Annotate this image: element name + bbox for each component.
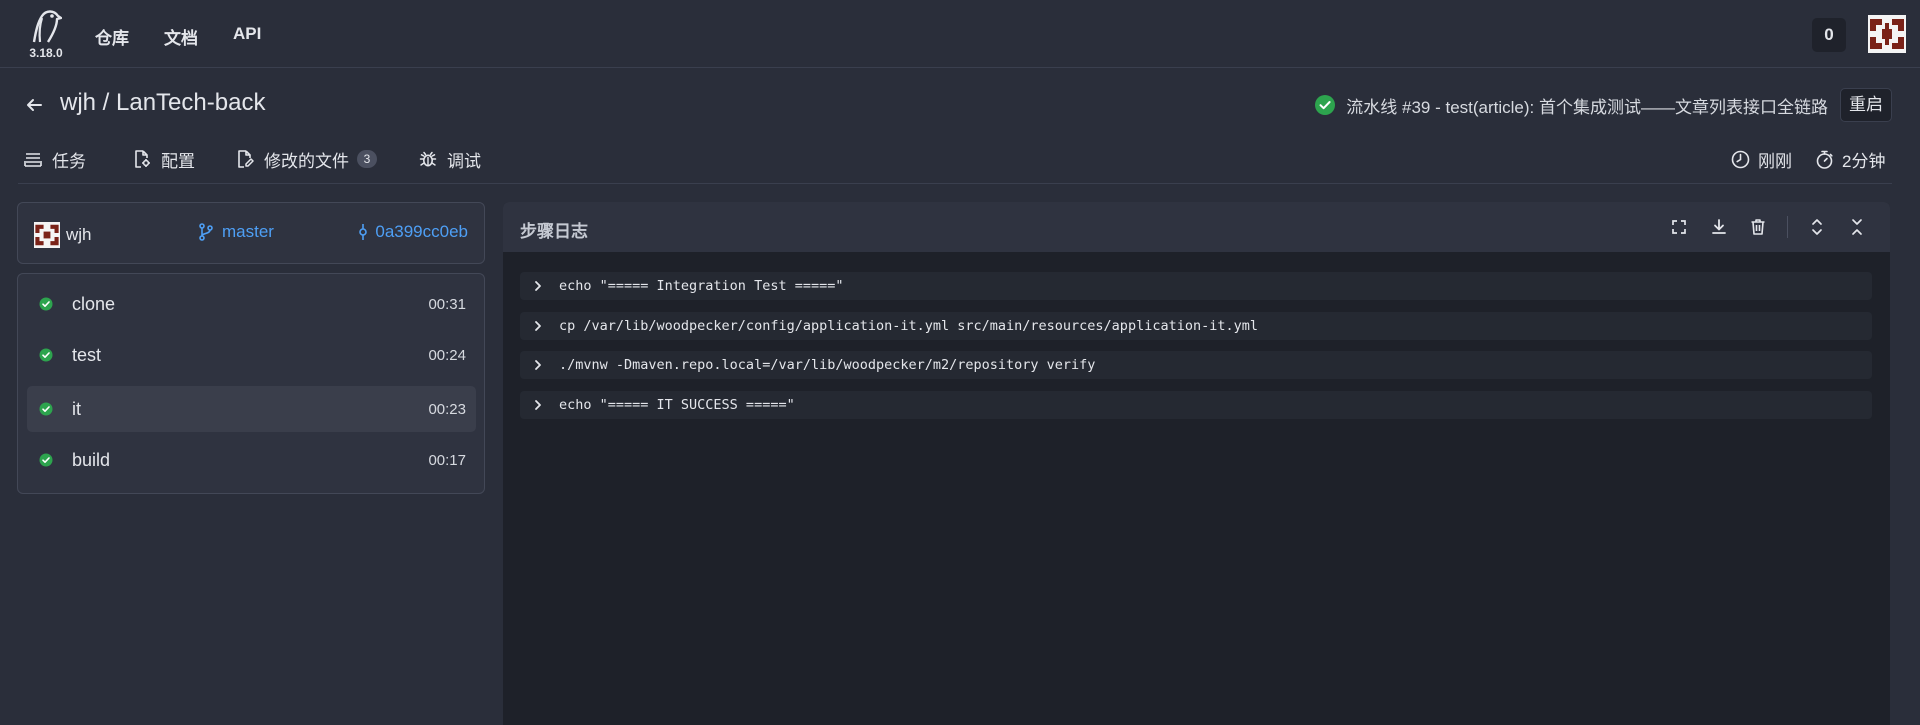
success-check-icon	[1315, 95, 1336, 115]
step-duration: 00:23	[428, 401, 466, 418]
chevron-right-icon	[535, 400, 541, 410]
log-command-line[interactable]: cp /var/lib/woodpecker/config/applicatio…	[520, 312, 1872, 340]
download-icon[interactable]	[1709, 217, 1729, 237]
step-duration: 00:31	[428, 296, 466, 313]
tab-changed-files-label: 修改的文件	[264, 151, 349, 171]
commit-author: wjh	[34, 222, 92, 248]
commit-branch-name: master	[222, 222, 274, 241]
changed-files-count-badge: 3	[357, 150, 377, 168]
commit-info-card: wjh master 0a399cc0eb	[17, 202, 485, 264]
success-check-icon	[39, 348, 53, 362]
log-title: 步骤日志	[520, 222, 588, 241]
chevron-right-icon	[535, 360, 541, 370]
step-name: test	[72, 345, 102, 365]
steps-list: clone 00:31 test 00:24 it 00:23 build 00…	[17, 273, 485, 494]
commit-sha-link[interactable]: 0a399cc0eb	[358, 222, 468, 242]
pipeline-header: wjh / LanTech-back 流水线 #39 - test(articl…	[0, 69, 1920, 185]
toolbar-divider	[1787, 216, 1788, 238]
log-command-text: echo "===== Integration Test ====="	[559, 278, 844, 294]
step-duration: 00:17	[428, 452, 466, 469]
user-avatar[interactable]	[1868, 15, 1906, 53]
git-branch-icon	[199, 223, 213, 241]
step-item-clone[interactable]: clone 00:31	[27, 281, 476, 327]
tab-debug-label: 调试	[447, 151, 481, 171]
step-name: clone	[72, 294, 116, 314]
collapse-all-icon[interactable]	[1847, 217, 1867, 237]
top-navbar: 3.18.0 仓库 文档 API 0	[0, 0, 1920, 68]
home-logo[interactable]: 3.18.0	[24, 8, 68, 62]
log-command-text: cp /var/lib/woodpecker/config/applicatio…	[559, 318, 1258, 334]
commit-branch-link[interactable]: master	[198, 222, 274, 242]
repo-title[interactable]: wjh / LanTech-back	[60, 89, 265, 117]
tab-tasks[interactable]: 任务	[24, 147, 86, 171]
log-command-text: echo "===== IT SUCCESS ====="	[559, 397, 795, 413]
nav-link-docs[interactable]: 文档	[164, 24, 198, 49]
step-log-panel: 步骤日志 echo "===== Integration Test ====="…	[503, 202, 1890, 725]
notification-counter[interactable]: 0	[1812, 18, 1846, 52]
tab-debug[interactable]: 调试	[419, 147, 481, 171]
bug-icon	[419, 151, 437, 167]
created-time: 刚刚	[1731, 147, 1792, 171]
avatar-icon	[1868, 15, 1906, 53]
git-commit-icon	[359, 224, 368, 240]
step-item-test[interactable]: test 00:24	[27, 332, 476, 378]
tab-tasks-label: 任务	[52, 151, 86, 171]
version-label: 3.18.0	[29, 46, 63, 60]
tab-changed-files[interactable]: 修改的文件 3	[236, 147, 377, 171]
success-check-icon	[39, 402, 53, 416]
success-check-icon	[39, 297, 53, 311]
header-divider	[18, 183, 1892, 184]
pipeline-status: 流水线 #39 - test(article): 首个集成测试——文章列表接口全…	[1314, 88, 1892, 122]
pipeline-title: 流水线 #39 - test(article): 首个集成测试——文章列表接口全…	[1346, 97, 1828, 117]
nav-link-api[interactable]: API	[233, 24, 261, 44]
stopwatch-icon	[1816, 150, 1833, 169]
step-name: it	[72, 399, 81, 419]
tab-config-label: 配置	[161, 151, 195, 171]
step-item-build[interactable]: build 00:17	[27, 437, 476, 483]
step-duration: 00:24	[428, 347, 466, 364]
step-name: build	[72, 450, 111, 470]
created-time-label: 刚刚	[1758, 151, 1792, 171]
chevron-right-icon	[535, 321, 541, 331]
fullscreen-icon[interactable]	[1669, 217, 1689, 237]
step-item-it[interactable]: it 00:23	[27, 386, 476, 432]
chevron-right-icon	[535, 281, 541, 291]
woodpecker-logo-icon	[32, 10, 62, 43]
log-command-line[interactable]: echo "===== IT SUCCESS ====="	[520, 391, 1872, 419]
commit-sha-value: 0a399cc0eb	[375, 222, 468, 241]
nav-link-repos[interactable]: 仓库	[95, 24, 129, 49]
list-icon	[24, 153, 42, 167]
restart-button[interactable]: 重启	[1840, 88, 1892, 122]
log-header: 步骤日志	[503, 202, 1890, 252]
file-edit-icon	[238, 150, 254, 168]
log-command-line[interactable]: ./mvnw -Dmaven.repo.local=/var/lib/woodp…	[520, 351, 1872, 379]
trash-icon[interactable]	[1748, 217, 1768, 237]
success-check-icon	[39, 453, 53, 467]
clock-icon	[1731, 150, 1750, 168]
author-avatar-icon	[34, 222, 60, 248]
expand-all-icon[interactable]	[1807, 217, 1827, 237]
commit-author-name: wjh	[66, 225, 92, 244]
log-command-line[interactable]: echo "===== Integration Test ====="	[520, 272, 1872, 300]
file-settings-icon	[135, 150, 150, 168]
duration: 2分钟	[1815, 147, 1885, 171]
duration-label: 2分钟	[1842, 151, 1886, 171]
tab-config[interactable]: 配置	[133, 147, 195, 171]
log-command-text: ./mvnw -Dmaven.repo.local=/var/lib/woodp…	[559, 357, 1096, 373]
back-arrow-icon[interactable]	[24, 95, 44, 115]
